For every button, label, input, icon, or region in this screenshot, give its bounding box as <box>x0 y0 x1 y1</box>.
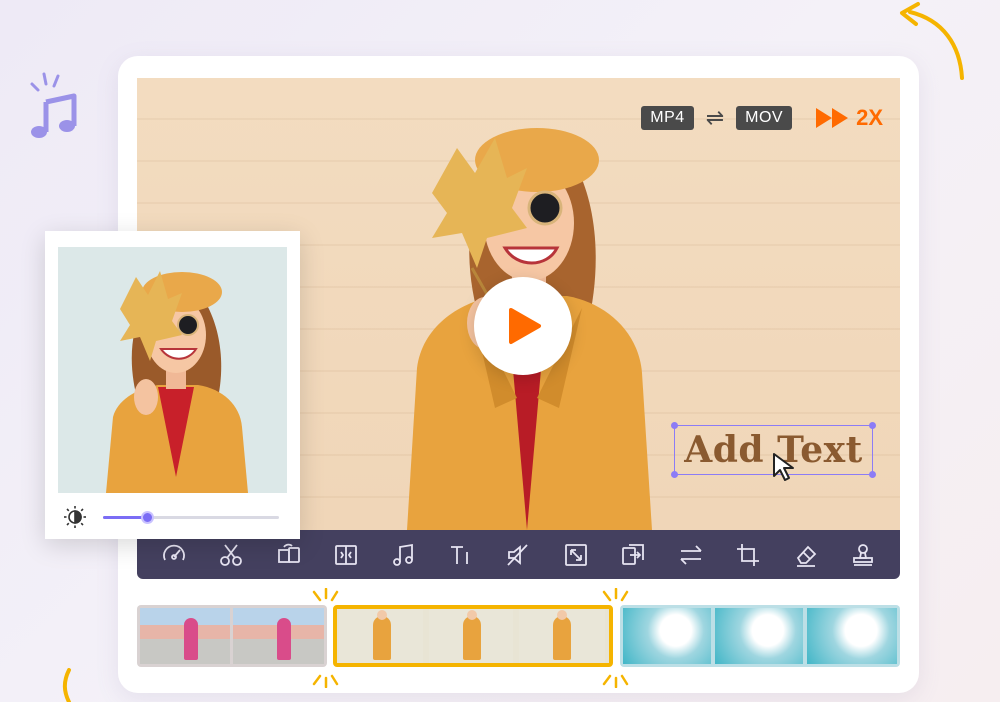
mouse-cursor-icon <box>773 453 794 481</box>
timeline-clip-street[interactable] <box>137 605 327 667</box>
sparkle-icon <box>602 674 629 688</box>
resize-handle[interactable] <box>671 422 678 429</box>
export-tool[interactable] <box>618 540 648 570</box>
source-format: MP4 <box>641 106 694 130</box>
resize-handle[interactable] <box>869 471 876 478</box>
clip-frame <box>429 609 513 663</box>
music-note-icon <box>392 543 413 566</box>
play-icon <box>509 308 541 344</box>
crop-tool[interactable] <box>733 540 763 570</box>
clip-frame <box>339 609 423 663</box>
convert-arrows-icon <box>680 544 702 565</box>
resize-handle[interactable] <box>671 471 678 478</box>
target-format: MOV <box>736 106 793 130</box>
split-icon <box>335 544 357 565</box>
convert-tool[interactable] <box>676 540 706 570</box>
clip-frame <box>807 608 897 664</box>
clip-frame <box>519 609 605 663</box>
mute-icon <box>507 543 529 566</box>
speed-badge: 2X <box>816 105 883 131</box>
sparkle-icon <box>312 674 339 688</box>
resize-icon <box>564 543 587 566</box>
brightness-control <box>63 505 283 529</box>
rotate-icon <box>277 543 300 563</box>
sparkle-icon <box>602 588 629 602</box>
scissors-icon <box>220 543 243 566</box>
play-button[interactable] <box>474 277 572 375</box>
brightness-slider[interactable] <box>103 511 279 524</box>
stamp-icon <box>853 543 874 566</box>
eraser-tool[interactable] <box>791 540 821 570</box>
clip-frame <box>140 608 230 664</box>
rotate-tool[interactable] <box>274 540 304 570</box>
resize-tool[interactable] <box>561 540 591 570</box>
brightness-icon <box>64 506 86 528</box>
music-note-icon <box>30 72 77 138</box>
timeline <box>137 605 900 667</box>
speed-label: 2X <box>856 105 883 130</box>
format-convert-badge: MP4 ⇌ MOV 2X <box>641 105 883 131</box>
decorative-curve-icon <box>62 668 71 702</box>
fast-forward-icon <box>816 108 849 128</box>
music-tool[interactable] <box>389 540 419 570</box>
timeline-clip-autumn[interactable] <box>333 605 613 667</box>
slider-knob[interactable] <box>141 511 154 524</box>
preview-woman <box>106 271 248 493</box>
stamp-tool[interactable] <box>848 540 878 570</box>
swap-arrows-icon: ⇌ <box>705 105 725 130</box>
timeline-clip-ocean[interactable] <box>620 605 900 667</box>
export-icon <box>622 543 645 565</box>
clip-frame <box>233 608 324 664</box>
speed-tool[interactable] <box>159 540 189 570</box>
split-tool[interactable] <box>331 540 361 570</box>
speedometer-icon <box>162 544 185 560</box>
clip-frame <box>623 608 711 664</box>
brightness-panel <box>45 231 300 539</box>
crop-icon <box>737 543 760 566</box>
text-tool[interactable] <box>446 540 476 570</box>
clip-frame <box>715 608 803 664</box>
text-icon <box>450 545 468 564</box>
preview-image <box>58 247 287 493</box>
mute-tool[interactable] <box>503 540 533 570</box>
resize-handle[interactable] <box>869 422 876 429</box>
sparkle-icon <box>312 588 339 602</box>
eraser-icon <box>796 545 816 567</box>
cut-tool[interactable] <box>216 540 246 570</box>
